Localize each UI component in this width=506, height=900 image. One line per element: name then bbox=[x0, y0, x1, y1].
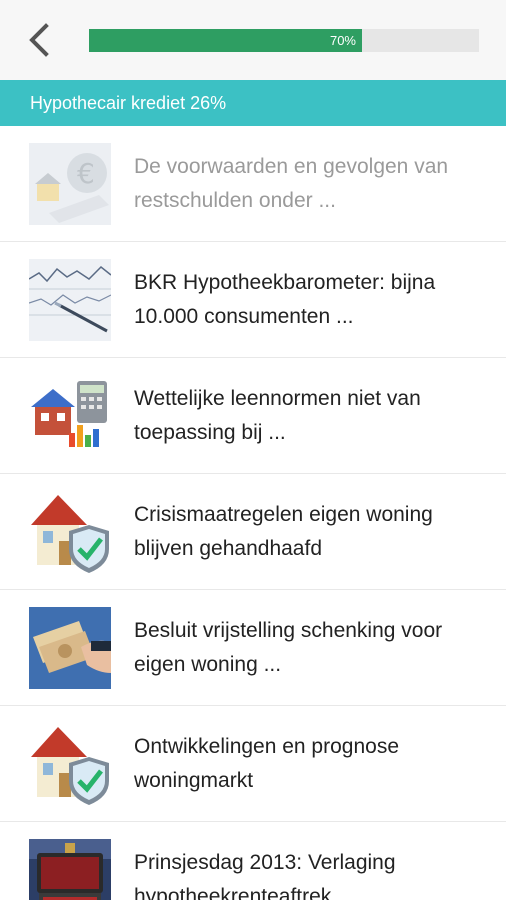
article-title: Crisismaatregelen eigen woning blijven g… bbox=[134, 503, 433, 560]
back-button[interactable] bbox=[22, 18, 62, 62]
list-item[interactable]: Crisismaatregelen eigen woning blijven g… bbox=[0, 474, 506, 590]
progress-label: 70% bbox=[329, 33, 356, 48]
top-bar: 70% bbox=[0, 0, 506, 80]
money-hand-icon bbox=[29, 607, 111, 689]
article-title: Ontwikkelingen en prognose woningmarkt bbox=[134, 735, 400, 792]
briefcase-icon bbox=[29, 839, 111, 900]
article-list: € De voorwaarden en gevolgen van restsch… bbox=[0, 126, 506, 900]
house-shield-icon bbox=[29, 723, 111, 805]
article-title: De voorwaarden en gevolgen van restschul… bbox=[134, 155, 449, 212]
section-title: Hypothecair krediet 26% bbox=[30, 93, 227, 113]
svg-text:€: € bbox=[77, 157, 95, 190]
progress-fill: 70% bbox=[89, 29, 362, 52]
chevron-left-icon bbox=[29, 23, 49, 57]
house-shield-icon bbox=[29, 491, 111, 573]
list-item[interactable]: Ontwikkelingen en prognose woningmarkt bbox=[0, 706, 506, 822]
article-title: Besluit vrijstelling schenking voor eige… bbox=[134, 619, 443, 676]
list-item[interactable]: Besluit vrijstelling schenking voor eige… bbox=[0, 590, 506, 706]
list-item[interactable]: Wettelijke leennormen niet van toepassin… bbox=[0, 358, 506, 474]
progress-bar: 70% bbox=[89, 29, 479, 52]
article-title: BKR Hypotheekbarometer: bijna 10.000 con… bbox=[134, 271, 436, 328]
chart-pen-icon bbox=[29, 259, 111, 341]
section-header: Hypothecair krediet 26% bbox=[0, 80, 506, 126]
house-calculator-icon bbox=[29, 375, 111, 457]
euro-house-icon: € bbox=[29, 143, 111, 225]
list-item[interactable]: Prinsjesdag 2013: Verlaging hypotheekren… bbox=[0, 822, 506, 900]
list-item[interactable]: BKR Hypotheekbarometer: bijna 10.000 con… bbox=[0, 242, 506, 358]
article-title: Prinsjesdag 2013: Verlaging hypotheekren… bbox=[134, 851, 396, 900]
list-item[interactable]: € De voorwaarden en gevolgen van restsch… bbox=[0, 126, 506, 242]
article-title: Wettelijke leennormen niet van toepassin… bbox=[134, 387, 421, 444]
